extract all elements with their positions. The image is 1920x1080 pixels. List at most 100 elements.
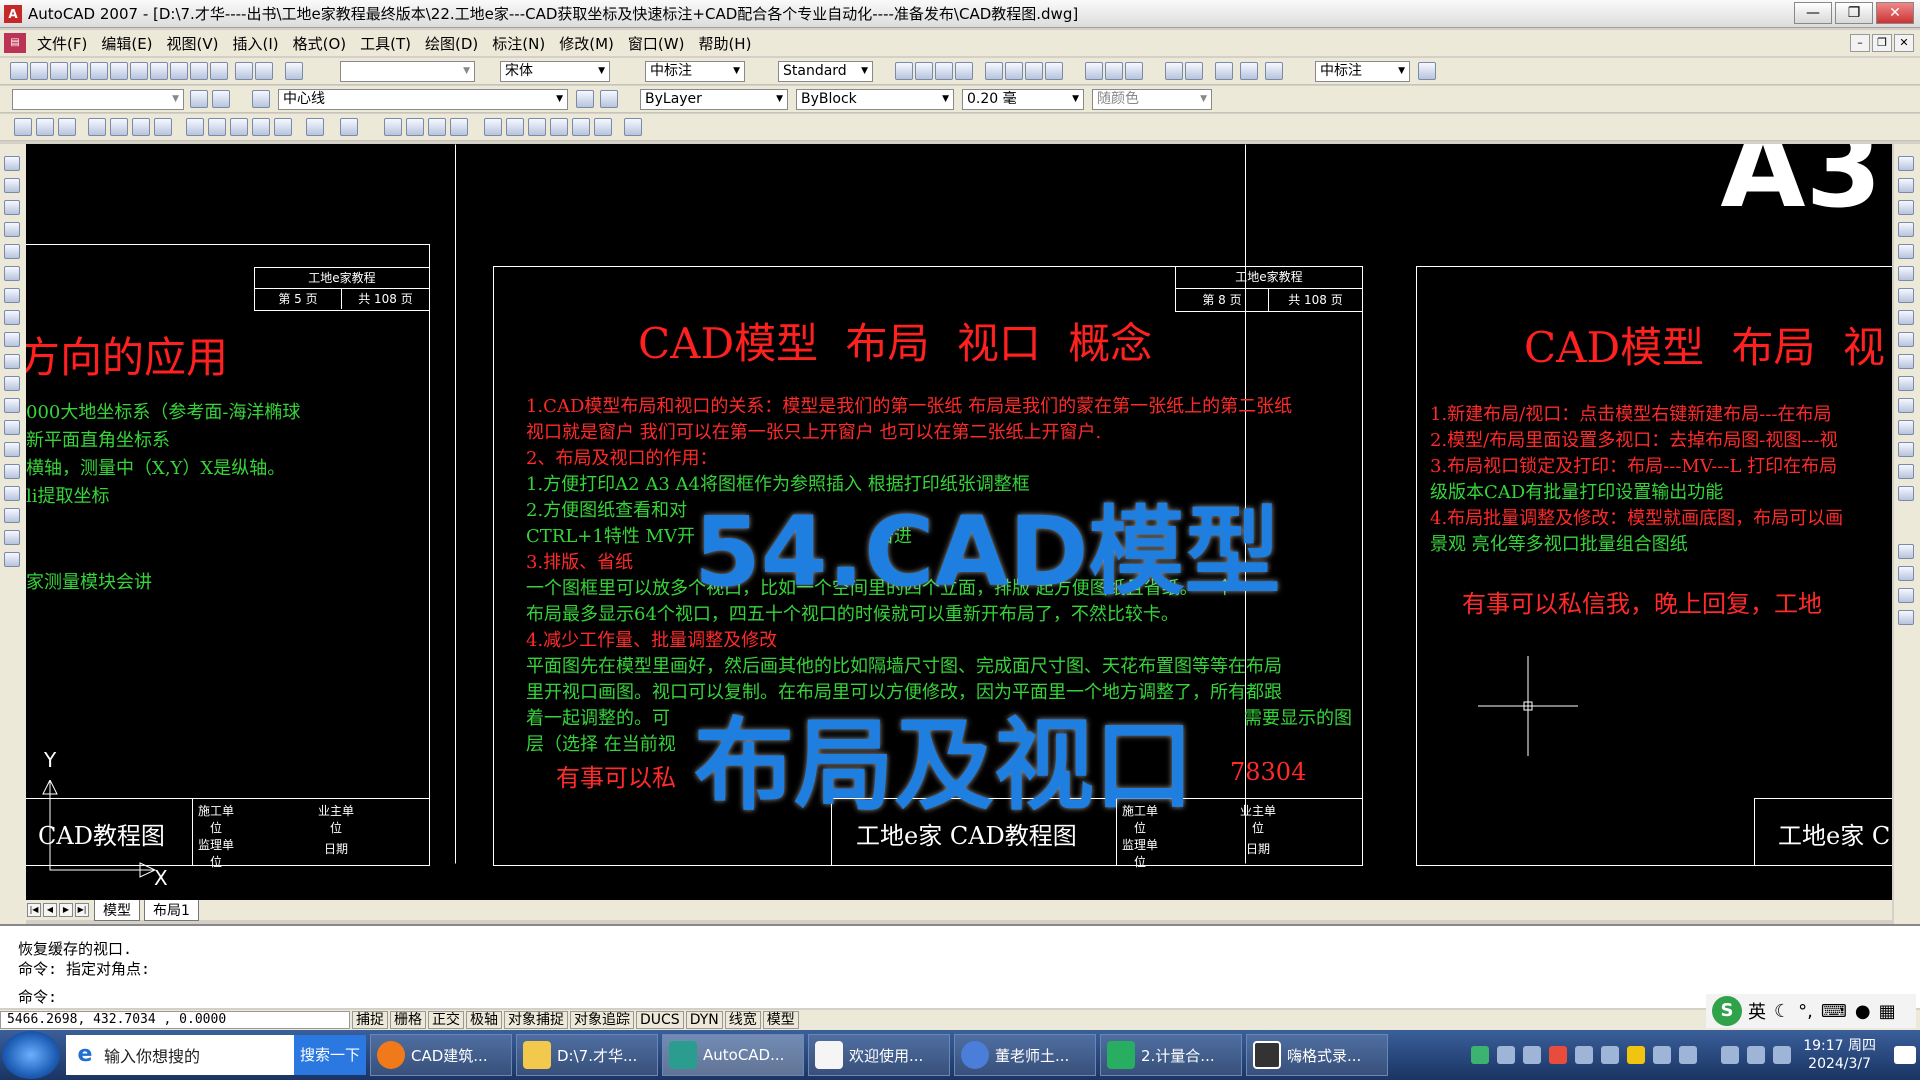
text-style-combo[interactable]: 宋体 xyxy=(500,61,610,82)
next-tab-icon[interactable]: ▶ xyxy=(59,903,73,917)
help-icon[interactable] xyxy=(624,118,642,136)
help-tray-icon[interactable] xyxy=(1497,1046,1516,1064)
drawing-canvas[interactable]: A3 工地e家教程 第 5 页 共 108 页 方向的应用 000大地坐标系（参考… xyxy=(26,144,1892,900)
last-tab-icon[interactable]: ▶| xyxy=(75,903,89,917)
dimension-icon[interactable] xyxy=(985,62,1003,80)
rectangle-icon[interactable] xyxy=(4,244,20,259)
extend-icon[interactable] xyxy=(1898,376,1914,391)
lineweight-combo[interactable]: 0.20 毫 xyxy=(962,89,1084,110)
command-window[interactable]: 恢复缓存的视口. 命令: 指定对角点: 命令: xyxy=(0,924,1920,1008)
task-autocad[interactable]: AutoCAD... xyxy=(662,1034,804,1076)
arc-icon[interactable] xyxy=(4,266,20,281)
search-button[interactable]: 搜索一下 xyxy=(294,1035,366,1075)
table-style-combo[interactable]: Standard xyxy=(778,61,873,82)
menu-view[interactable]: 视图(V) xyxy=(160,33,226,54)
point-icon[interactable] xyxy=(4,442,20,457)
menu-tools[interactable]: 工具(T) xyxy=(353,33,418,54)
menu-insert[interactable]: 插入(I) xyxy=(226,33,286,54)
workspace-combo[interactable] xyxy=(12,89,184,110)
circle-icon[interactable] xyxy=(4,288,20,303)
table-icon[interactable] xyxy=(4,530,20,545)
save-icon[interactable] xyxy=(58,118,76,136)
dimension-icon[interactable] xyxy=(935,62,953,80)
menu-edit[interactable]: 编辑(E) xyxy=(94,33,159,54)
zoom-previous-icon[interactable] xyxy=(450,118,468,136)
break-icon[interactable] xyxy=(1898,398,1914,413)
task-explorer[interactable]: D:\7.才华... xyxy=(516,1034,658,1076)
paste-icon[interactable] xyxy=(230,118,248,136)
toolbar-icon[interactable] xyxy=(210,62,228,80)
empty-combo[interactable] xyxy=(340,61,475,82)
network-tray-icon[interactable] xyxy=(1601,1046,1620,1064)
toolbar-icon[interactable] xyxy=(70,62,88,80)
minimize-button[interactable]: — xyxy=(1794,2,1832,24)
command-prompt[interactable]: 命令: xyxy=(18,986,57,1007)
dimension-icon[interactable] xyxy=(1125,62,1143,80)
keyboard-icon[interactable]: ⌨ xyxy=(1821,1001,1847,1022)
rotate-icon[interactable] xyxy=(1898,288,1914,303)
match-properties-icon[interactable] xyxy=(252,118,270,136)
scale-icon[interactable] xyxy=(1898,310,1914,325)
toolbar-icon[interactable] xyxy=(30,62,48,80)
snap-toggle[interactable]: 捕捉 xyxy=(352,1011,388,1029)
polyline-icon[interactable] xyxy=(4,200,20,215)
trim-icon[interactable] xyxy=(1898,354,1914,369)
close-button[interactable]: ✕ xyxy=(1876,2,1914,24)
pan-icon[interactable] xyxy=(384,118,402,136)
offset-icon[interactable] xyxy=(1898,222,1914,237)
make-block-icon[interactable] xyxy=(4,420,20,435)
sogou-ime-icon[interactable]: S xyxy=(1712,996,1742,1026)
task-firefox[interactable]: CAD建筑... xyxy=(370,1034,512,1076)
region-icon[interactable] xyxy=(4,508,20,523)
menu-window[interactable]: 窗口(W) xyxy=(621,33,692,54)
dimension-icon[interactable] xyxy=(1045,62,1063,80)
user-icon[interactable]: ● xyxy=(1855,1001,1871,1022)
toolbar-icon[interactable] xyxy=(235,62,253,80)
line-icon[interactable] xyxy=(4,156,20,171)
dyn-toggle[interactable]: DYN xyxy=(685,1011,723,1029)
toolbar-icon[interactable] xyxy=(90,62,108,80)
ellipse-icon[interactable] xyxy=(4,354,20,369)
construction-line-icon[interactable] xyxy=(4,178,20,193)
print-icon[interactable] xyxy=(88,118,106,136)
grid-menu-icon[interactable]: ▦ xyxy=(1879,1001,1896,1022)
redo-icon[interactable] xyxy=(340,118,358,136)
dimension-icon[interactable] xyxy=(1215,62,1233,80)
battery-icon[interactable] xyxy=(1773,1046,1792,1064)
gradient-icon[interactable] xyxy=(4,486,20,501)
menu-help[interactable]: 帮助(H) xyxy=(691,33,758,54)
start-button[interactable] xyxy=(2,1031,60,1079)
toolbar-icon[interactable] xyxy=(285,62,303,80)
ducs-toggle[interactable]: DUCS xyxy=(636,1011,684,1029)
cut-icon[interactable] xyxy=(186,118,204,136)
cloud-tray-icon[interactable] xyxy=(1523,1046,1542,1064)
task-document[interactable]: 欢迎使用... xyxy=(808,1034,950,1076)
tab-model[interactable]: 模型 xyxy=(94,899,140,921)
hatch-icon[interactable] xyxy=(4,464,20,479)
dimension-icon[interactable] xyxy=(1105,62,1123,80)
lineweight-toggle[interactable]: 线宽 xyxy=(724,1011,761,1029)
toolbar-icon[interactable] xyxy=(154,118,172,136)
spline-icon[interactable] xyxy=(4,332,20,347)
record-tray-icon[interactable] xyxy=(1549,1046,1568,1064)
zoom-window-icon[interactable] xyxy=(428,118,446,136)
task-browser[interactable]: 董老师土... xyxy=(954,1034,1096,1076)
otrack-toggle[interactable]: 对象追踪 xyxy=(570,1011,634,1029)
linetype-combo[interactable]: ByBlock xyxy=(796,89,954,110)
doc-restore-icon[interactable]: ❐ xyxy=(1872,34,1892,52)
tab-layout1[interactable]: 布局1 xyxy=(144,899,199,921)
chamfer-icon[interactable] xyxy=(1898,442,1914,457)
multiline-text-icon[interactable] xyxy=(4,552,20,567)
toolbar-icon[interactable] xyxy=(50,62,68,80)
volume-icon[interactable] xyxy=(1721,1046,1740,1064)
calculator-icon[interactable] xyxy=(594,118,612,136)
dimension-icon[interactable] xyxy=(1165,62,1183,80)
doc-minimize-icon[interactable]: – xyxy=(1850,34,1870,52)
toolbar-icon[interactable] xyxy=(170,62,188,80)
dimension-icon[interactable] xyxy=(1265,62,1283,80)
copy-object-icon[interactable] xyxy=(1898,178,1914,193)
taskbar-search[interactable]: e 输入你想搜的 搜索一下 xyxy=(66,1035,366,1075)
insert-block-icon[interactable] xyxy=(4,398,20,413)
moon-icon[interactable]: ☾ xyxy=(1774,1001,1790,1022)
color-combo[interactable]: ByLayer xyxy=(640,89,788,110)
